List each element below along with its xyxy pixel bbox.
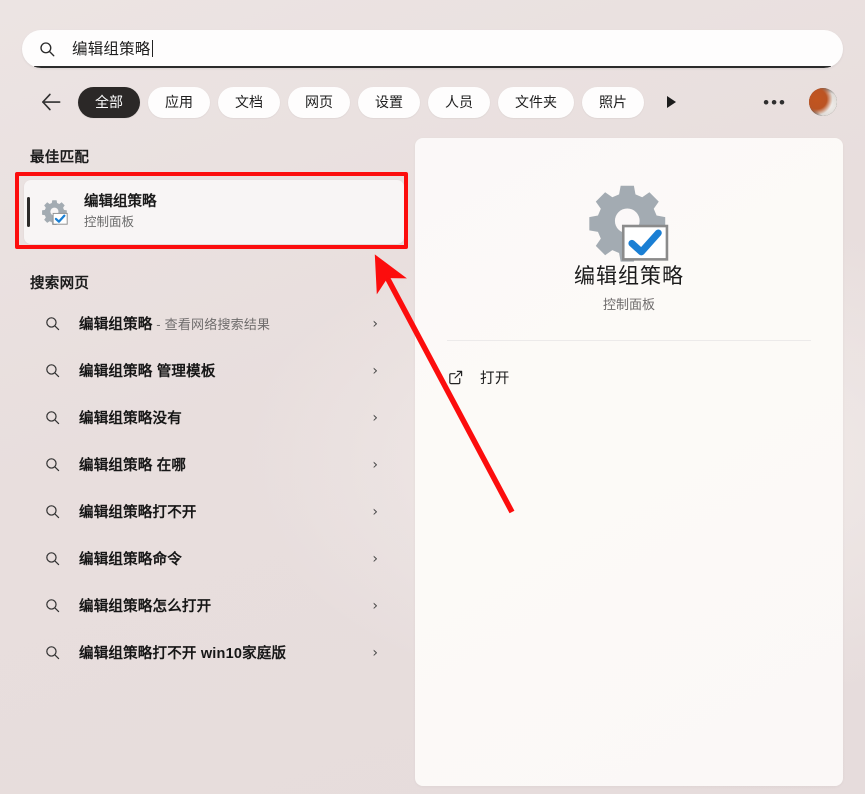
tab-photos[interactable]: 照片 bbox=[582, 86, 644, 118]
play-triangle bbox=[666, 96, 676, 108]
list-item[interactable]: 编辑组策略 在哪 › bbox=[24, 441, 404, 488]
search-input-text: 编辑组策略 bbox=[72, 41, 151, 59]
search-icon bbox=[40, 42, 55, 57]
tab-label: 应用 bbox=[165, 94, 193, 110]
preview-subtitle: 控制面板 bbox=[602, 297, 655, 312]
play-arrow-icon[interactable] bbox=[660, 91, 682, 113]
tab-documents[interactable]: 文档 bbox=[218, 86, 280, 118]
list-item-query: 编辑组策略 在哪 bbox=[79, 458, 187, 474]
group-policy-gear-check-icon bbox=[40, 197, 70, 227]
open-external-icon bbox=[449, 370, 463, 384]
list-item-query: 编辑组策略打不开 win10家庭版 bbox=[79, 646, 287, 662]
chevron-right-icon: › bbox=[372, 550, 378, 567]
list-item-label: 编辑组策略怎么打开 bbox=[79, 595, 211, 616]
list-item-label: 编辑组策略没有 bbox=[79, 407, 182, 428]
back-arrow-icon[interactable] bbox=[38, 89, 64, 115]
chevron-right-icon: › bbox=[372, 644, 378, 661]
list-item[interactable]: 编辑组策略没有 › bbox=[24, 394, 404, 441]
list-item-query: 编辑组策略命令 bbox=[79, 552, 182, 568]
search-icon bbox=[46, 552, 60, 566]
search-icon bbox=[46, 411, 60, 425]
tab-folders[interactable]: 文件夹 bbox=[498, 86, 574, 118]
chevron-right-icon: › bbox=[372, 315, 378, 332]
search-icon bbox=[46, 646, 60, 660]
list-item-label: 编辑组策略 管理模板 bbox=[79, 360, 216, 381]
tab-people[interactable]: 人员 bbox=[428, 86, 490, 118]
search-flyout: 编辑组策略 全部 应用 文档 网页 设置 人员 文件夹 照片 ••• 最佳匹配 bbox=[0, 0, 865, 794]
preview-pane: 编辑组策略 控制面板 打开 bbox=[415, 138, 843, 786]
list-item-query: 编辑组策略 管理模板 bbox=[79, 364, 216, 380]
filter-tab-bar: 全部 应用 文档 网页 设置 人员 文件夹 照片 ••• bbox=[22, 84, 843, 120]
chevron-right-icon: › bbox=[372, 362, 378, 379]
open-action-button[interactable]: 打开 bbox=[447, 360, 524, 394]
list-item[interactable]: 编辑组策略 - 查看网络搜索结果 › bbox=[24, 300, 404, 347]
tab-label: 设置 bbox=[375, 94, 403, 110]
list-item-label: 编辑组策略打不开 bbox=[79, 501, 197, 522]
list-item-hint: - 查看网络搜索结果 bbox=[152, 317, 271, 332]
avatar-image bbox=[809, 88, 837, 116]
list-item-query: 编辑组策略怎么打开 bbox=[79, 599, 212, 615]
chevron-right-icon: › bbox=[372, 409, 378, 426]
tabbar-right-group: ••• bbox=[755, 88, 843, 117]
list-item[interactable]: 编辑组策略 管理模板 › bbox=[24, 347, 404, 394]
web-search-heading: 搜索网页 bbox=[30, 276, 90, 292]
chevron-right-icon: › bbox=[372, 503, 378, 520]
search-icon bbox=[46, 458, 60, 472]
group-policy-gear-check-icon bbox=[583, 176, 675, 268]
tab-label: 照片 bbox=[599, 94, 627, 110]
list-item-query: 编辑组策略打不开 bbox=[79, 505, 197, 521]
tab-label: 全部 bbox=[95, 94, 123, 110]
tab-apps[interactable]: 应用 bbox=[148, 86, 210, 118]
tab-label: 文档 bbox=[235, 94, 263, 110]
tab-web[interactable]: 网页 bbox=[288, 86, 350, 118]
search-input-value[interactable]: 编辑组策略 bbox=[72, 40, 153, 58]
list-item[interactable]: 编辑组策略打不开 win10家庭版 › bbox=[24, 629, 404, 676]
search-icon bbox=[46, 364, 60, 378]
avatar[interactable] bbox=[809, 88, 837, 116]
list-item-query: 编辑组策略 bbox=[79, 317, 153, 333]
tab-label: 文件夹 bbox=[515, 94, 557, 110]
open-action-label: 打开 bbox=[480, 370, 510, 387]
preview-title: 编辑组策略 bbox=[574, 265, 684, 288]
best-match-subtitle: 控制面板 bbox=[84, 215, 135, 230]
chevron-right-icon: › bbox=[372, 597, 378, 614]
more-options-button[interactable]: ••• bbox=[755, 88, 795, 117]
tab-label: 人员 bbox=[445, 94, 473, 110]
list-item-label: 编辑组策略 在哪 bbox=[79, 454, 186, 475]
best-match-result[interactable]: 编辑组策略 控制面板 bbox=[24, 180, 404, 244]
tab-settings[interactable]: 设置 bbox=[358, 86, 420, 118]
best-match-title: 编辑组策略 bbox=[84, 194, 157, 211]
list-item-query: 编辑组策略没有 bbox=[79, 411, 182, 427]
list-item-label: 编辑组策略 - 查看网络搜索结果 bbox=[79, 313, 270, 334]
selection-indicator bbox=[27, 197, 30, 227]
tab-label: 网页 bbox=[305, 94, 333, 110]
list-item[interactable]: 编辑组策略怎么打开 › bbox=[24, 582, 404, 629]
best-match-text: 编辑组策略 控制面板 bbox=[84, 193, 157, 230]
text-caret bbox=[151, 40, 153, 58]
tab-all[interactable]: 全部 bbox=[78, 86, 140, 118]
list-item-label: 编辑组策略打不开 win10家庭版 bbox=[79, 642, 286, 663]
list-item-label: 编辑组策略命令 bbox=[79, 548, 182, 569]
list-item[interactable]: 编辑组策略命令 › bbox=[24, 535, 404, 582]
list-item[interactable]: 编辑组策略打不开 › bbox=[24, 488, 404, 535]
search-icon bbox=[46, 317, 60, 331]
best-match-heading: 最佳匹配 bbox=[30, 150, 90, 166]
chevron-right-icon: › bbox=[372, 456, 378, 473]
web-search-list: 编辑组策略 - 查看网络搜索结果 › 编辑组策略 管理模板 › 编辑组策略没有 … bbox=[24, 300, 404, 676]
search-icon bbox=[46, 599, 60, 613]
search-box[interactable]: 编辑组策略 bbox=[22, 30, 843, 68]
divider bbox=[447, 340, 811, 341]
search-icon bbox=[46, 505, 60, 519]
